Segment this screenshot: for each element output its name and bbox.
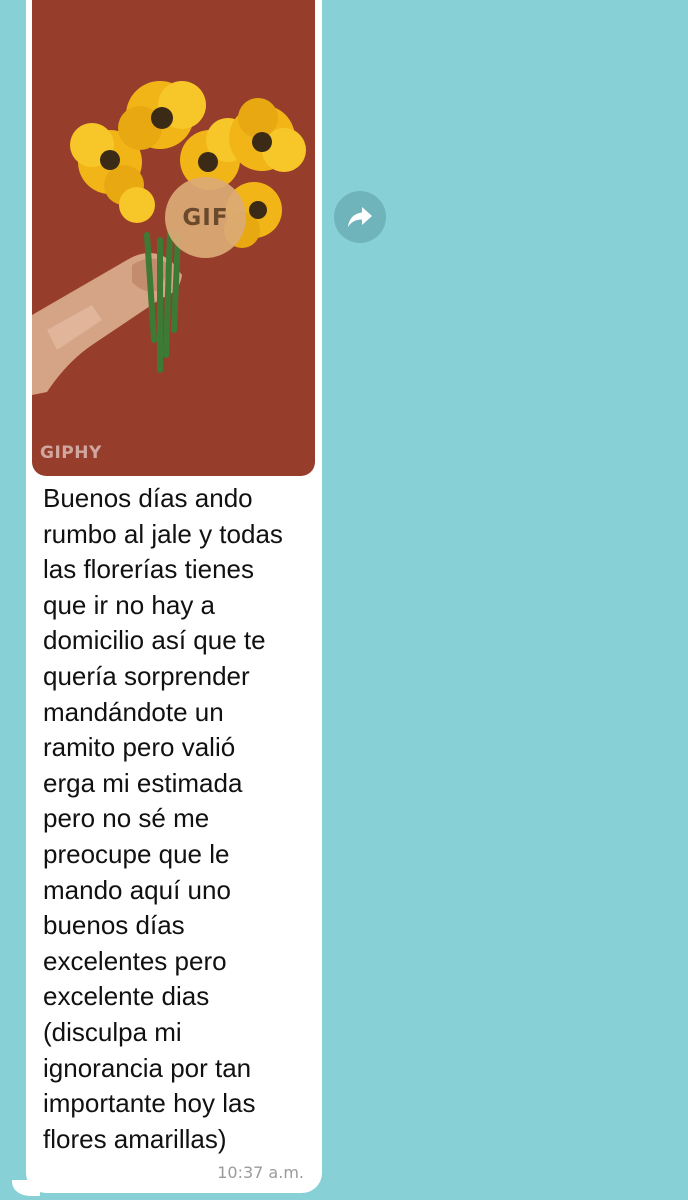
- message-text: Buenos días ando rumbo al jale y todas l…: [43, 483, 283, 1154]
- chat-area: GIF GIPHY Buenos días ando rumbo al jale…: [0, 0, 688, 1200]
- forward-button[interactable]: [334, 191, 386, 243]
- forward-arrow-icon: [348, 207, 372, 227]
- gif-attachment[interactable]: GIF: [32, 0, 315, 476]
- gif-play-badge[interactable]: GIF: [165, 177, 246, 258]
- bubble-tail: [12, 1180, 40, 1196]
- giphy-watermark: GIPHY: [40, 443, 102, 463]
- message-timestamp: 10:37 a.m.: [217, 1163, 304, 1182]
- gif-badge-label: GIF: [182, 204, 229, 231]
